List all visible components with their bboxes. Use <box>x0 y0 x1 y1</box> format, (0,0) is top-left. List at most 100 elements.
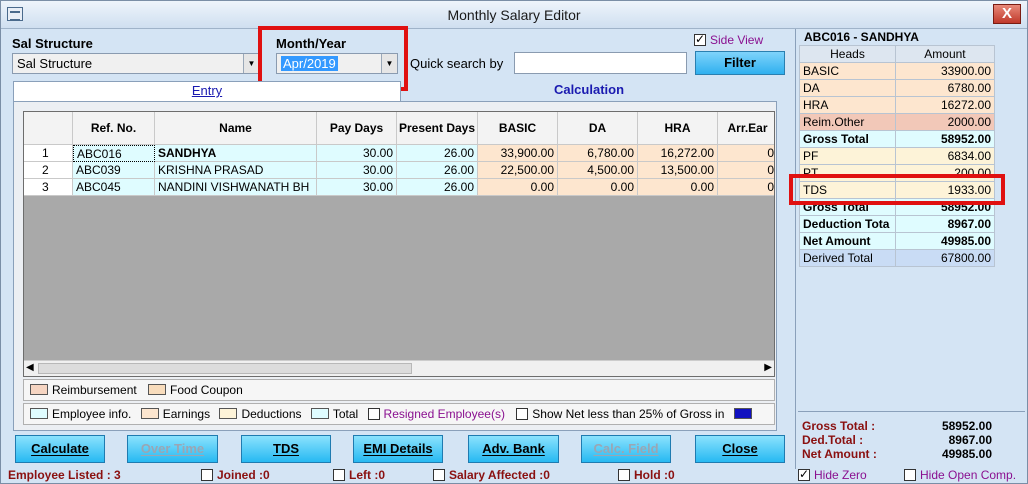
table-row[interactable]: 2 ABC039 KRISHNA PRASAD 30.00 26.00 22,5… <box>24 162 774 179</box>
summary-ded-value: 8967.00 <box>948 433 992 447</box>
emi-details-button[interactable]: EMI Details <box>353 435 443 463</box>
hold-filter[interactable]: Hold :0 <box>618 468 675 482</box>
head-amount: 49985.00 <box>894 232 996 250</box>
total-legend: Total <box>332 407 359 421</box>
side-view-label: Side View <box>710 33 764 47</box>
side-view-toggle[interactable]: Side View <box>694 32 764 47</box>
checkbox-checked-icon <box>694 32 706 46</box>
salary-affected-checkbox[interactable] <box>433 469 445 481</box>
joined-filter[interactable]: Joined :0 <box>201 468 270 482</box>
col-basic-header[interactable]: BASIC <box>478 112 558 145</box>
col-arr-header[interactable]: Arr.Ear <box>718 112 774 145</box>
earnings-swatch <box>140 408 159 419</box>
hide-zero-label: Hide Zero <box>814 468 867 482</box>
list-item[interactable]: PF 6834.00 <box>799 147 996 165</box>
deductions-swatch <box>219 408 238 419</box>
list-item[interactable]: Derived Total 67800.00 <box>799 249 996 267</box>
list-item[interactable]: BASIC 33900.00 <box>799 62 996 80</box>
hide-zero-checkbox[interactable] <box>798 467 810 481</box>
cell-name[interactable]: NANDINI VISHWANATH BH <box>155 179 317 196</box>
window-close-button[interactable]: X <box>993 4 1021 24</box>
list-item[interactable]: Gross Total 58952.00 <box>799 130 996 148</box>
table-row[interactable]: 1 ABC016 SANDHYA 30.00 26.00 33,900.00 6… <box>24 145 774 162</box>
adv-bank-button[interactable]: Adv. Bank <box>468 435 559 463</box>
salary-affected-filter[interactable]: Salary Affected :0 <box>433 468 550 482</box>
cell-ref[interactable]: ABC016 <box>73 145 155 162</box>
head-name: PF <box>799 147 896 165</box>
hold-checkbox[interactable] <box>618 469 630 481</box>
cell-basic[interactable]: 0.00 <box>478 179 558 196</box>
tds-button[interactable]: TDS <box>241 435 331 463</box>
cell-basic[interactable]: 33,900.00 <box>478 145 558 162</box>
heads-table-header: Heads Amount <box>799 45 996 63</box>
cell-presentdays[interactable]: 26.00 <box>397 145 478 162</box>
cell-name[interactable]: KRISHNA PRASAD <box>155 162 317 179</box>
col-ref-header[interactable]: Ref. No. <box>73 112 155 145</box>
left-filter[interactable]: Left :0 <box>333 468 385 482</box>
col-presentdays-header[interactable]: Present Days <box>397 112 478 145</box>
amount-column-header: Amount <box>894 45 996 63</box>
scroll-left-icon[interactable]: ◀ <box>26 362 34 373</box>
sal-structure-select[interactable]: Sal Structure ▼ <box>12 53 260 74</box>
hide-open-comp-checkbox[interactable] <box>904 469 916 481</box>
employee-listed-status: Employee Listed : 3 <box>8 468 121 482</box>
close-button[interactable]: Close <box>695 435 785 463</box>
list-item[interactable]: Net Amount 49985.00 <box>799 232 996 250</box>
cell-paydays[interactable]: 30.00 <box>317 179 397 196</box>
show-net-label: Show Net less than 25% of Gross in <box>532 407 725 421</box>
cell-arr[interactable]: 0 <box>718 145 774 162</box>
table-row[interactable]: 3 ABC045 NANDINI VISHWANATH BH 30.00 26.… <box>24 179 774 196</box>
head-amount: 67800.00 <box>894 249 996 267</box>
summary-net-value: 49985.00 <box>941 447 992 461</box>
cell-arr[interactable]: 0 <box>718 162 774 179</box>
list-item[interactable]: Deduction Tota 8967.00 <box>799 215 996 233</box>
over-time-button[interactable]: Over Time <box>127 435 218 463</box>
list-item[interactable]: HRA 16272.00 <box>799 96 996 114</box>
hide-zero-toggle[interactable]: Hide Zero <box>798 467 867 482</box>
list-item[interactable]: Reim.Other 2000.00 <box>799 113 996 131</box>
tab-bar: Entry Calculation <box>13 81 777 101</box>
resigned-checkbox[interactable] <box>367 408 380 420</box>
left-checkbox[interactable] <box>333 469 345 481</box>
calculate-button[interactable]: Calculate <box>15 435 105 463</box>
cell-hra[interactable]: 0.00 <box>638 179 718 196</box>
col-da-header[interactable]: DA <box>558 112 638 145</box>
summary-gross-label: Gross Total : <box>802 419 876 433</box>
cell-ref[interactable]: ABC039 <box>73 162 155 179</box>
tab-entry[interactable]: Entry <box>13 81 401 101</box>
cell-name[interactable]: SANDHYA <box>155 145 317 162</box>
cell-da[interactable]: 6,780.00 <box>558 145 638 162</box>
row-index: 1 <box>24 145 73 162</box>
cell-arr[interactable]: 0 <box>718 179 774 196</box>
col-name-header[interactable]: Name <box>155 112 317 145</box>
horizontal-scrollbar[interactable]: ◀ ▶ <box>24 360 774 376</box>
calc-field-button[interactable]: Calc. Field <box>581 435 671 463</box>
cell-presentdays[interactable]: 26.00 <box>397 162 478 179</box>
total-swatch <box>310 408 329 419</box>
scrollbar-thumb[interactable] <box>38 363 412 374</box>
filter-button[interactable]: Filter <box>695 51 785 75</box>
cell-da[interactable]: 0.00 <box>558 179 638 196</box>
cell-basic[interactable]: 22,500.00 <box>478 162 558 179</box>
cell-paydays[interactable]: 30.00 <box>317 145 397 162</box>
quick-search-input[interactable] <box>514 52 687 74</box>
scroll-right-icon[interactable]: ▶ <box>764 362 772 373</box>
head-amount: 6834.00 <box>894 147 996 165</box>
summary-gross-value: 58952.00 <box>941 419 992 433</box>
hide-open-comp-toggle[interactable]: Hide Open Comp. <box>904 468 1016 482</box>
show-net-color-swatch[interactable] <box>733 408 752 419</box>
cell-hra[interactable]: 13,500.00 <box>638 162 718 179</box>
cell-hra[interactable]: 16,272.00 <box>638 145 718 162</box>
cell-ref[interactable]: ABC045 <box>73 179 155 196</box>
col-paydays-header[interactable]: Pay Days <box>317 112 397 145</box>
show-net-checkbox[interactable] <box>516 408 529 420</box>
joined-checkbox[interactable] <box>201 469 213 481</box>
list-item[interactable]: DA 6780.00 <box>799 79 996 97</box>
cell-da[interactable]: 4,500.00 <box>558 162 638 179</box>
col-hra-header[interactable]: HRA <box>638 112 718 145</box>
head-name: Deduction Tota <box>799 215 896 233</box>
head-name: Derived Total <box>799 249 896 267</box>
tab-calculation[interactable]: Calculation <box>401 81 777 101</box>
cell-presentdays[interactable]: 26.00 <box>397 179 478 196</box>
cell-paydays[interactable]: 30.00 <box>317 162 397 179</box>
